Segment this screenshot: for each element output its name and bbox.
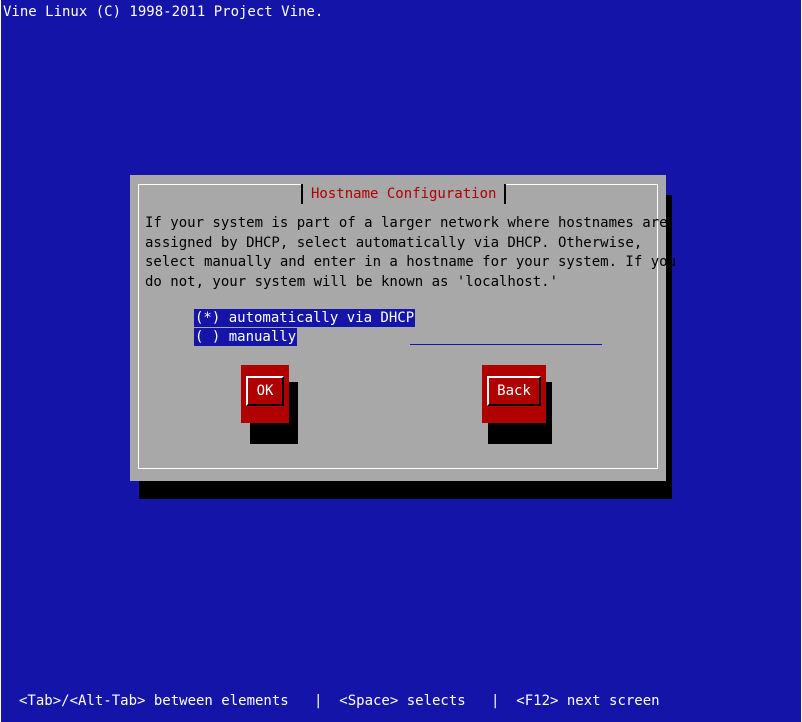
dialog-description: If your system is part of a larger netwo… bbox=[145, 215, 677, 290]
back-button[interactable]: Back bbox=[482, 365, 546, 423]
dialog-title: Hostname Configuration bbox=[301, 184, 507, 204]
radio-manual[interactable]: ( ) manually bbox=[194, 328, 298, 346]
hostname-input[interactable] bbox=[410, 329, 602, 345]
ok-button[interactable]: OK bbox=[241, 365, 289, 423]
radio-automatic-dhcp[interactable]: (*) automatically via DHCP bbox=[194, 309, 416, 327]
ok-button-label: OK bbox=[246, 376, 284, 406]
installer-title: Vine Linux (C) 1998-2011 Project Vine. bbox=[3, 4, 324, 20]
hostname-dialog: Hostname Configuration If your system is… bbox=[130, 175, 677, 481]
keyboard-help-bar: <Tab>/<Alt-Tab> between elements | <Spac… bbox=[19, 693, 660, 709]
back-button-label: Back bbox=[487, 376, 541, 406]
